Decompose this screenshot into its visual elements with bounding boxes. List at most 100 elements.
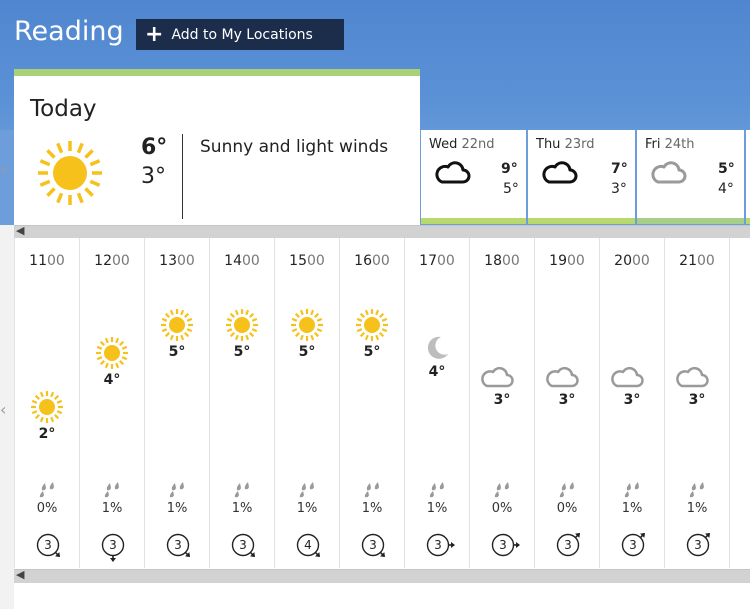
day-tab-thu[interactable]: Thu 23rd 7° 3° [528, 130, 635, 224]
today-summary-tab[interactable]: Today 6° 3° Sunny and light winds [14, 69, 420, 225]
wind-indicator: 3 [686, 532, 720, 568]
hour-mm: 00 [307, 253, 325, 269]
hour-temp: 3° [623, 392, 641, 408]
day-high-temp: 7° [611, 161, 628, 177]
wind-speed: 4 [304, 538, 312, 552]
day-tab-fri[interactable]: Fri 24th 5° 4° [637, 130, 744, 224]
today-divider [182, 134, 183, 219]
wind-speed: 3 [564, 538, 572, 552]
hour-hh: 21 [679, 253, 697, 269]
wind-speed: 3 [434, 538, 442, 552]
scroll-left-arrow-icon[interactable]: ◀ [16, 224, 24, 237]
hour-column: 2100 3° 1% 3 [664, 238, 729, 568]
hour-time: 1600 [340, 253, 404, 269]
hour-column: 1900 3° 0% 3 [534, 238, 599, 568]
wind-indicator: 3 [621, 532, 655, 568]
hour-mm: 00 [567, 253, 585, 269]
wind-speed: 3 [369, 538, 377, 552]
add-to-my-locations-button[interactable]: + Add to My Locations [136, 19, 344, 50]
hour-rain-chance: 1% [426, 501, 448, 516]
hour-column: 1500 5° 1% 4 [274, 238, 339, 568]
hour-column: 2000 3° 1% 3 [599, 238, 664, 568]
raindrops-icon [102, 481, 122, 503]
hour-hh: 12 [94, 253, 112, 269]
day-tab-partial[interactable] [746, 130, 750, 224]
add-to-my-locations-label: Add to My Locations [171, 26, 313, 43]
wind-indicator: 3 [556, 532, 590, 568]
hour-temp: 5° [233, 344, 251, 360]
day-name: Fri [645, 137, 661, 152]
hour-rain-chance: 0% [491, 501, 513, 516]
wind-speed: 3 [694, 538, 702, 552]
raindrops-icon [362, 481, 382, 503]
raindrops-icon [492, 481, 512, 503]
day-high-temp: 5° [718, 161, 735, 177]
wind-indicator: 3 [101, 533, 135, 568]
hour-column-partial [729, 238, 750, 568]
hour-time: 1500 [275, 253, 339, 269]
raindrops-icon [167, 481, 187, 503]
hour-column: 1300 5° 1% 3 [144, 238, 209, 568]
raindrops-icon [687, 481, 707, 503]
today-weather-summary: Sunny and light winds [200, 137, 389, 157]
raindrops-icon [232, 481, 252, 503]
hour-time: 2100 [665, 253, 729, 269]
hour-time: 1100 [15, 253, 79, 269]
hour-rain-chance: 0% [556, 501, 578, 516]
hour-time: 1700 [405, 253, 469, 269]
cloud-moon-icon [675, 360, 719, 394]
sun-icon [355, 308, 389, 346]
hour-column: 1700 4° 1% 3 [404, 238, 469, 568]
wind-speed: 3 [109, 538, 117, 552]
hour-mm: 00 [47, 253, 65, 269]
hourly-forecast-panel: 1100 2° 0% 3 1200 4° 1% 3 1300 5° 1% 3 1… [14, 238, 750, 568]
hour-rain-chance: 1% [296, 501, 318, 516]
sun-icon [95, 336, 129, 374]
prev-day-arrow[interactable]: ‹ [0, 160, 6, 179]
day-tab-wed[interactable]: Wed 22nd 9° 5° [421, 130, 526, 224]
wind-indicator: 4 [296, 533, 330, 568]
hour-temp: 5° [168, 344, 186, 360]
wind-indicator: 3 [231, 533, 265, 568]
wind-indicator: 3 [166, 533, 200, 568]
plus-icon: + [145, 21, 164, 47]
raindrops-icon [557, 481, 577, 503]
today-high-temp: 6° [141, 135, 168, 160]
location-title: Reading [14, 16, 124, 47]
cloud-moon-icon [545, 360, 589, 394]
prev-hour-arrow[interactable]: ‹ [0, 400, 6, 419]
bottom-scrollbar[interactable]: ◀ [14, 568, 750, 583]
sun-icon [160, 308, 194, 346]
hour-hh: 14 [224, 253, 242, 269]
cloud-moon-icon [610, 360, 654, 394]
hour-rain-chance: 1% [361, 501, 383, 516]
hour-time: 1400 [210, 253, 274, 269]
hour-rain-chance: 1% [101, 501, 123, 516]
hour-column: 1400 5° 1% 3 [209, 238, 274, 568]
today-low-temp: 3° [141, 164, 166, 189]
hour-rain-chance: 1% [166, 501, 188, 516]
hour-rain-chance: 0% [36, 501, 58, 516]
hour-temp: 4° [428, 364, 446, 380]
hour-mm: 00 [242, 253, 260, 269]
moon-icon [423, 334, 451, 366]
hour-mm: 00 [632, 253, 650, 269]
day-date: 23rd [564, 137, 595, 152]
hour-time: 1200 [80, 253, 144, 269]
day-high-temp: 9° [501, 161, 518, 177]
top-scrollbar[interactable]: ◀ [14, 224, 750, 239]
scroll-left-arrow-icon[interactable]: ◀ [16, 568, 24, 581]
wind-indicator: 3 [36, 533, 70, 568]
raindrops-icon [37, 481, 57, 503]
hour-mm: 00 [112, 253, 130, 269]
hour-hh: 19 [549, 253, 567, 269]
cloud-outline-icon [435, 161, 471, 184]
raindrops-icon [297, 481, 317, 503]
day-date: 24th [664, 137, 695, 152]
sun-icon [30, 390, 64, 428]
hour-hh: 15 [289, 253, 307, 269]
hour-column: 1800 3° 0% 3 [469, 238, 534, 568]
wind-indicator: 3 [361, 533, 395, 568]
wind-indicator: 3 [491, 533, 525, 568]
hour-column: 1200 4° 1% 3 [79, 238, 144, 568]
